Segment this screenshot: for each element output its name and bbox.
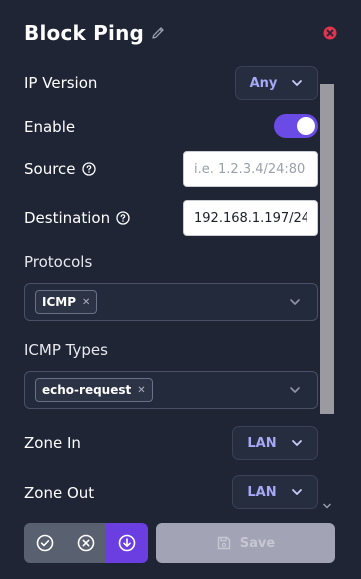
reject-button[interactable] [65,523,106,563]
source-input[interactable] [183,151,318,187]
ip-version-label-text: IP Version [24,74,98,92]
ip-version-select[interactable]: Any [235,66,318,100]
destination-label-text: Destination [24,209,111,227]
chevron-down-icon [323,503,331,509]
chevron-down-icon [291,440,302,446]
icmp-type-chip: echo-request ✕ [35,378,153,402]
zone-out-value: LAN [247,484,277,500]
chevron-down-icon [292,80,303,86]
block-ping-panel: Block Ping IP Version Any Enable Source [0,0,361,579]
scrollbar-thumb[interactable] [320,84,334,414]
zone-out-label-text: Zone Out [24,484,95,502]
enable-label-text: Enable [24,118,76,136]
save-button[interactable]: Save [156,523,335,563]
download-button[interactable] [106,523,148,563]
chip-label: echo-request [42,383,132,397]
zone-in-label: Zone In [24,434,81,452]
icmp-types-multiselect[interactable]: echo-request ✕ [24,371,318,409]
chevron-down-icon [290,387,300,393]
scroll-down-arrow[interactable] [320,500,334,512]
protocols-multiselect[interactable]: ICMP ✕ [24,283,318,321]
footer-action-group [24,523,148,563]
zone-in-label-text: Zone In [24,434,81,452]
zone-in-select[interactable]: LAN [232,426,318,460]
download-circle-icon [118,534,136,552]
toggle-knob [297,117,315,135]
chip-remove-icon[interactable]: ✕ [137,385,145,396]
source-label-text: Source [24,160,76,178]
destination-label: Destination [24,209,130,227]
enable-label: Enable [24,118,75,136]
help-circle-icon[interactable] [81,162,96,176]
panel-header: Block Ping [24,18,166,48]
protocols-label: Protocols [24,253,93,271]
panel-title: Block Ping [24,21,145,45]
close-circle-icon[interactable] [323,25,337,40]
save-button-label: Save [239,535,276,551]
destination-input[interactable] [183,200,318,236]
protocol-chip: ICMP ✕ [35,290,98,314]
x-circle-icon [77,534,94,552]
approve-button[interactable] [24,523,65,563]
pencil-icon[interactable] [150,25,166,41]
chevron-down-icon [291,489,302,495]
ip-version-value: Any [249,75,278,91]
chip-label: ICMP [42,295,77,309]
source-label: Source [24,160,96,178]
check-circle-icon [36,534,53,552]
zone-out-select[interactable]: LAN [232,475,318,509]
zone-out-label: Zone Out [24,484,94,502]
enable-toggle[interactable] [274,114,318,138]
zone-in-value: LAN [247,435,277,451]
ip-version-label: IP Version [24,74,97,92]
chevron-down-icon [290,299,300,305]
save-disk-icon [217,536,230,550]
help-circle-icon[interactable] [116,211,130,225]
chip-remove-icon[interactable]: ✕ [82,297,90,308]
icmp-types-label: ICMP Types [24,341,108,359]
